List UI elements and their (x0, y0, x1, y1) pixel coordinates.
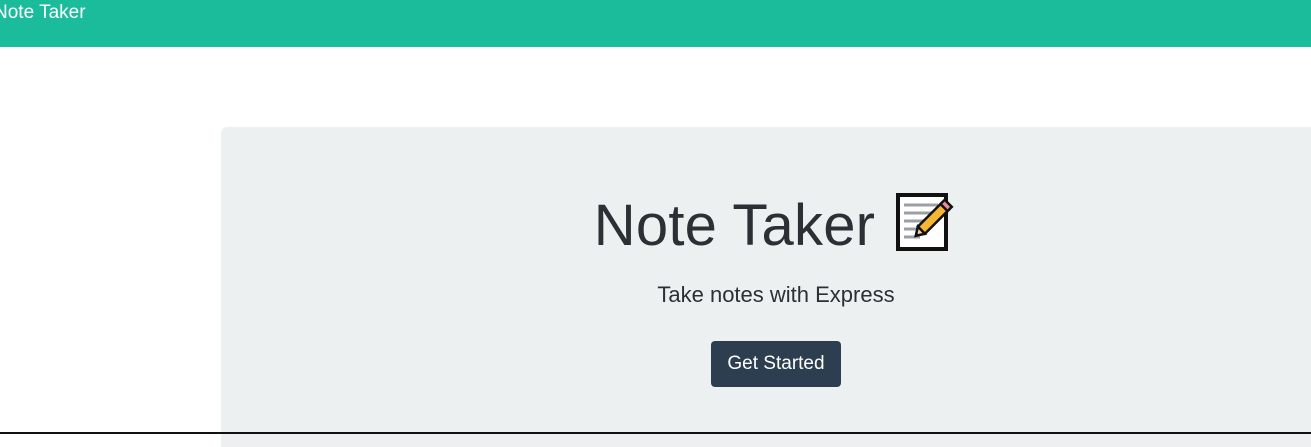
hero-subtitle: Take notes with Express (657, 282, 895, 307)
get-started-button[interactable]: Get Started (711, 341, 841, 387)
top-navbar: Note Taker (0, 0, 1311, 47)
navbar-brand[interactable]: Note Taker (0, 2, 86, 24)
memo-icon (892, 191, 958, 257)
page-title: Note Taker (593, 193, 876, 258)
hero-panel: Note Taker Take notes with Express Get S… (221, 127, 1311, 447)
hero-title-row: Note Taker (221, 191, 1311, 261)
